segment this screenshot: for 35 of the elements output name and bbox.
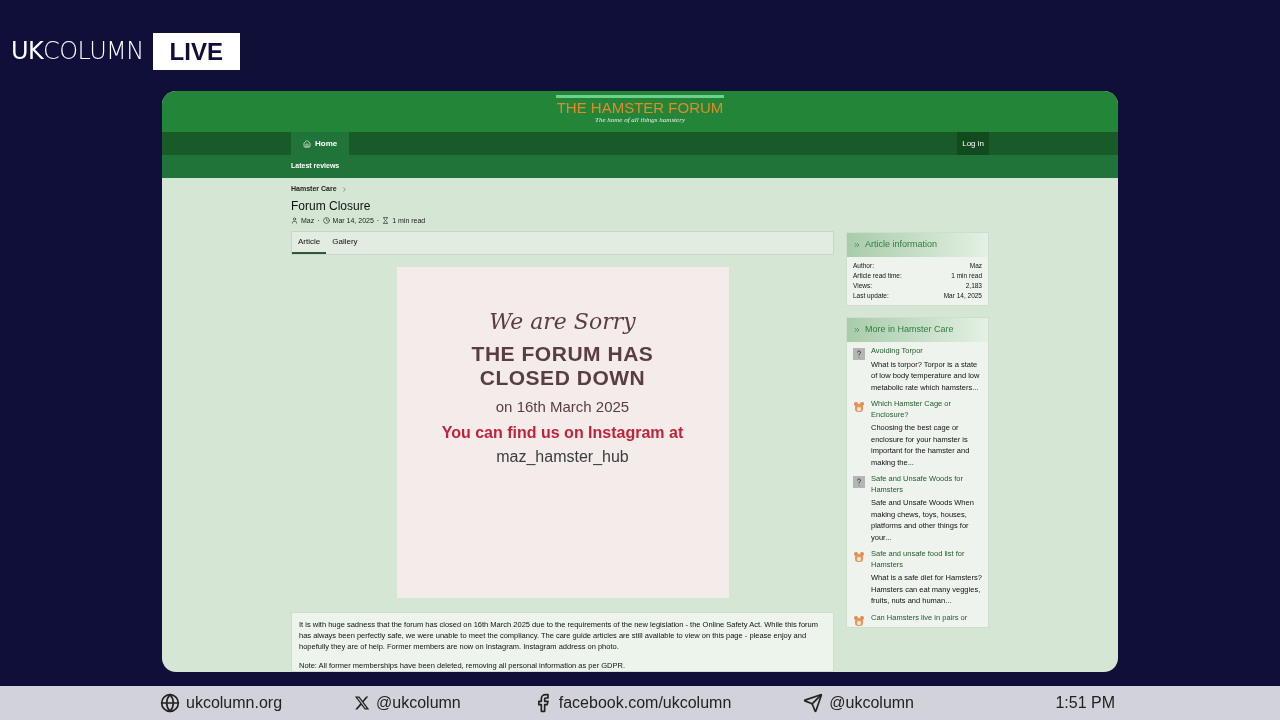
paper-plane-icon bbox=[803, 693, 824, 713]
channel-logo: UKCOLUMN bbox=[11, 36, 144, 67]
notice-handle: maz_hamster_hub bbox=[496, 447, 629, 468]
hourglass-icon bbox=[382, 217, 390, 225]
login-link[interactable]: Log in bbox=[957, 132, 989, 155]
notice-date: on 16th March 2025 bbox=[495, 396, 630, 417]
user-icon bbox=[291, 217, 298, 225]
hamster-icon bbox=[853, 614, 865, 627]
article-tab[interactable]: Gallery bbox=[326, 232, 364, 254]
question-mark-icon bbox=[853, 476, 865, 488]
article-title: Forum Closure bbox=[291, 197, 372, 214]
notice-call: You can find us on Instagram at bbox=[441, 423, 684, 444]
social-handle: ukcolumn.org bbox=[186, 693, 283, 713]
panel-title: More in Hamster Care bbox=[865, 323, 954, 337]
panel-title: Article information bbox=[865, 238, 938, 252]
chevron-icon bbox=[340, 185, 348, 193]
question-mark-icon bbox=[853, 348, 865, 360]
hamster-icon bbox=[853, 551, 865, 563]
social-handle: facebook.com/ukcolumn bbox=[558, 693, 732, 713]
social-handle: @ukcolumn bbox=[829, 693, 914, 713]
home-icon bbox=[303, 139, 311, 148]
article-tab[interactable]: Article bbox=[292, 232, 327, 254]
globe-icon bbox=[160, 693, 180, 713]
notice-headline: THE FORUM HAS CLOSED DOWN bbox=[470, 341, 655, 390]
live-badge: LIVE bbox=[152, 33, 240, 70]
site-title: THE HAMSTER FORUM bbox=[556, 99, 724, 116]
clock-time: 1:51 PM bbox=[1055, 693, 1115, 713]
hamster-icon bbox=[853, 401, 865, 413]
chevrons-icon bbox=[853, 326, 861, 334]
clock-icon bbox=[322, 217, 330, 225]
notice-script: We are Sorry bbox=[489, 307, 636, 336]
x-logo-icon bbox=[354, 695, 371, 711]
chevrons-icon bbox=[853, 241, 861, 249]
social-handle: @ukcolumn bbox=[376, 693, 461, 713]
nav-tab[interactable]: Home bbox=[291, 132, 350, 155]
